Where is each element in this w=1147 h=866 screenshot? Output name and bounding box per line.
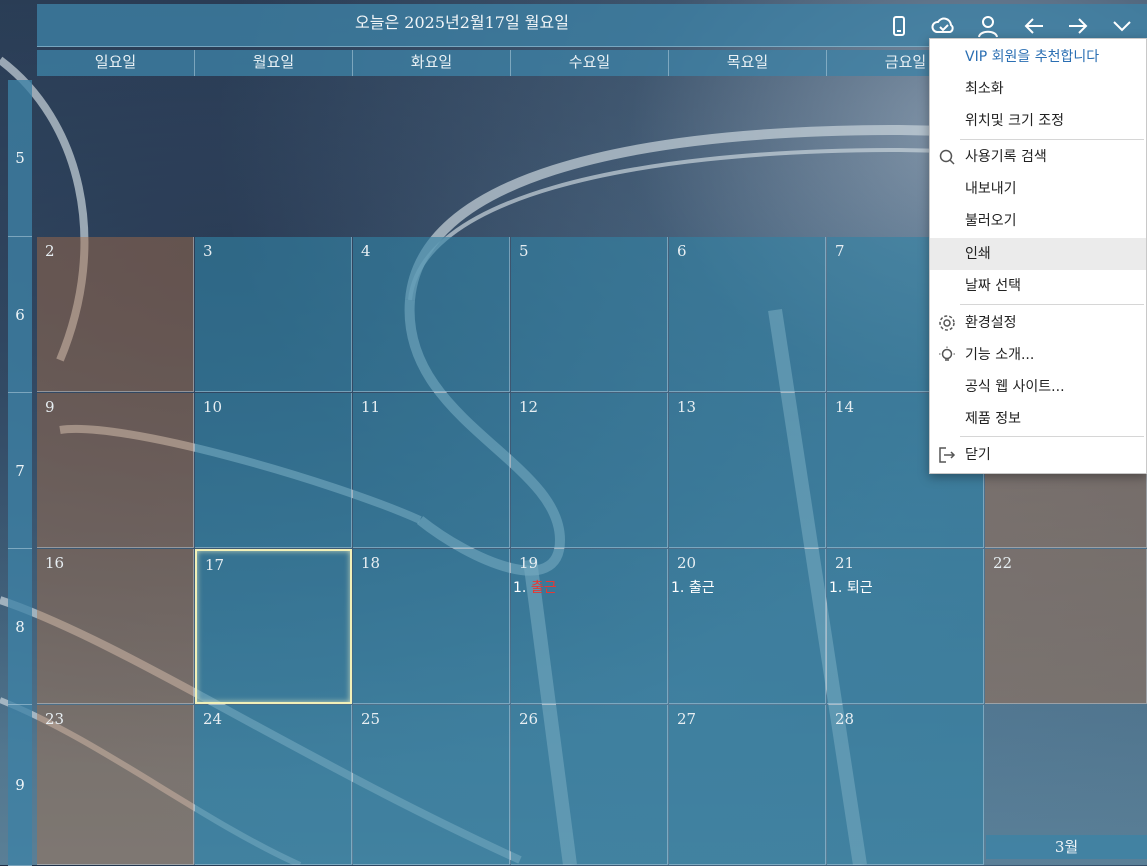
menu-item-minimize[interactable]: 최소화: [930, 73, 1146, 105]
day-number: 14: [835, 398, 855, 416]
weekday-mon: 월요일: [195, 50, 353, 76]
day-number: 9: [45, 398, 55, 416]
search-icon: [939, 149, 955, 165]
event-item[interactable]: 1. 출근: [513, 577, 557, 597]
weekday-thu: 목요일: [669, 50, 827, 76]
menu-item-search-history[interactable]: 사용기록 검색: [930, 141, 1146, 173]
user-icon[interactable]: [975, 13, 1001, 39]
day-cell[interactable]: 27: [669, 705, 826, 865]
day-number: 26: [519, 710, 539, 728]
menu-item-position-size[interactable]: 위치및 크기 조정: [930, 105, 1146, 137]
day-number: 6: [677, 242, 687, 260]
day-number: 21: [835, 554, 855, 572]
day-cell-today[interactable]: 17: [195, 549, 352, 704]
day-number: 23: [45, 710, 65, 728]
weekday-tue: 화요일: [353, 50, 511, 76]
arrow-left-icon[interactable]: [1021, 13, 1047, 39]
day-cell[interactable]: 11: [353, 393, 510, 548]
day-number: 22: [993, 554, 1013, 572]
lightbulb-icon: [939, 346, 955, 361]
menu-item-export[interactable]: 내보내기: [930, 173, 1146, 205]
day-number: 18: [361, 554, 381, 572]
day-cell[interactable]: 25: [353, 705, 510, 865]
week-number: 8: [8, 549, 32, 705]
day-cell[interactable]: 5: [511, 237, 668, 392]
day-number: 4: [361, 242, 371, 260]
day-cell[interactable]: 2: [37, 237, 194, 392]
day-number: 11: [361, 398, 381, 416]
day-number: 16: [45, 554, 65, 572]
weekday-sun: 일요일: [37, 50, 195, 76]
menu-separator: [960, 139, 1144, 140]
chevron-down-icon[interactable]: [1109, 13, 1135, 39]
week-number: 7: [8, 393, 32, 549]
today-title: 오늘은 2025년2월17일 월요일: [355, 13, 569, 32]
day-cell[interactable]: 16: [37, 549, 194, 704]
day-number: 25: [361, 710, 381, 728]
menu-item-import[interactable]: 불러오기: [930, 205, 1146, 237]
day-number: 3: [203, 242, 213, 260]
gear-icon: [939, 315, 955, 331]
day-number: 24: [203, 710, 223, 728]
event-item[interactable]: 1. 출근: [671, 577, 715, 597]
day-cell[interactable]: 12: [511, 393, 668, 548]
day-cell[interactable]: 23: [37, 705, 194, 865]
exit-icon: [939, 447, 956, 463]
day-cell[interactable]: 3: [195, 237, 352, 392]
day-cell[interactable]: 21 1. 퇴근: [827, 549, 984, 704]
arrow-right-icon[interactable]: [1065, 13, 1091, 39]
day-number: 27: [677, 710, 697, 728]
day-cell[interactable]: 24: [195, 705, 352, 865]
day-number: 17: [205, 556, 225, 574]
day-number: 10: [203, 398, 223, 416]
day-cell[interactable]: 18: [353, 549, 510, 704]
day-cell[interactable]: 10: [195, 393, 352, 548]
week-number: 9: [8, 705, 32, 866]
menu-item-date-select[interactable]: 날짜 선택: [930, 270, 1146, 302]
day-cell[interactable]: 4: [353, 237, 510, 392]
day-number: 12: [519, 398, 539, 416]
day-number: 19: [519, 554, 539, 572]
menu-separator: [960, 436, 1144, 437]
week-number: 5: [8, 80, 32, 237]
day-number: 28: [835, 710, 855, 728]
day-cell[interactable]: 13: [669, 393, 826, 548]
phone-icon[interactable]: [886, 13, 912, 39]
day-number: 2: [45, 242, 55, 260]
menu-item-product-info[interactable]: 제품 정보: [930, 403, 1146, 435]
next-month-label[interactable]: 3월: [986, 835, 1147, 859]
day-number: 7: [835, 242, 845, 260]
menu-separator: [960, 304, 1144, 305]
cloud-check-icon[interactable]: [930, 13, 956, 39]
menu-item-print[interactable]: 인쇄: [930, 238, 1146, 270]
event-item[interactable]: 1. 퇴근: [829, 577, 873, 597]
week-number: 6: [8, 237, 32, 393]
day-cell[interactable]: 26: [511, 705, 668, 865]
day-cell[interactable]: 9: [37, 393, 194, 548]
main-menu: VIP 회원을 추천합니다 최소화 위치및 크기 조정 사용기록 검색 내보내기…: [929, 38, 1147, 474]
day-cell[interactable]: 22: [985, 549, 1147, 704]
day-number: 20: [677, 554, 697, 572]
day-cell[interactable]: 19 1. 출근: [511, 549, 668, 704]
menu-item-settings[interactable]: 환경설정: [930, 307, 1146, 339]
menu-item-vip[interactable]: VIP 회원을 추천합니다: [930, 41, 1146, 73]
weekday-wed: 수요일: [511, 50, 669, 76]
menu-item-website[interactable]: 공식 웹 사이트...: [930, 371, 1146, 403]
day-number: 5: [519, 242, 529, 260]
day-cell[interactable]: 20 1. 출근: [669, 549, 826, 704]
day-cell[interactable]: 28: [827, 705, 984, 865]
menu-item-features[interactable]: 기능 소개...: [930, 339, 1146, 371]
menu-item-close[interactable]: 닫기: [930, 439, 1146, 471]
day-cell[interactable]: 6: [669, 237, 826, 392]
day-number: 13: [677, 398, 697, 416]
